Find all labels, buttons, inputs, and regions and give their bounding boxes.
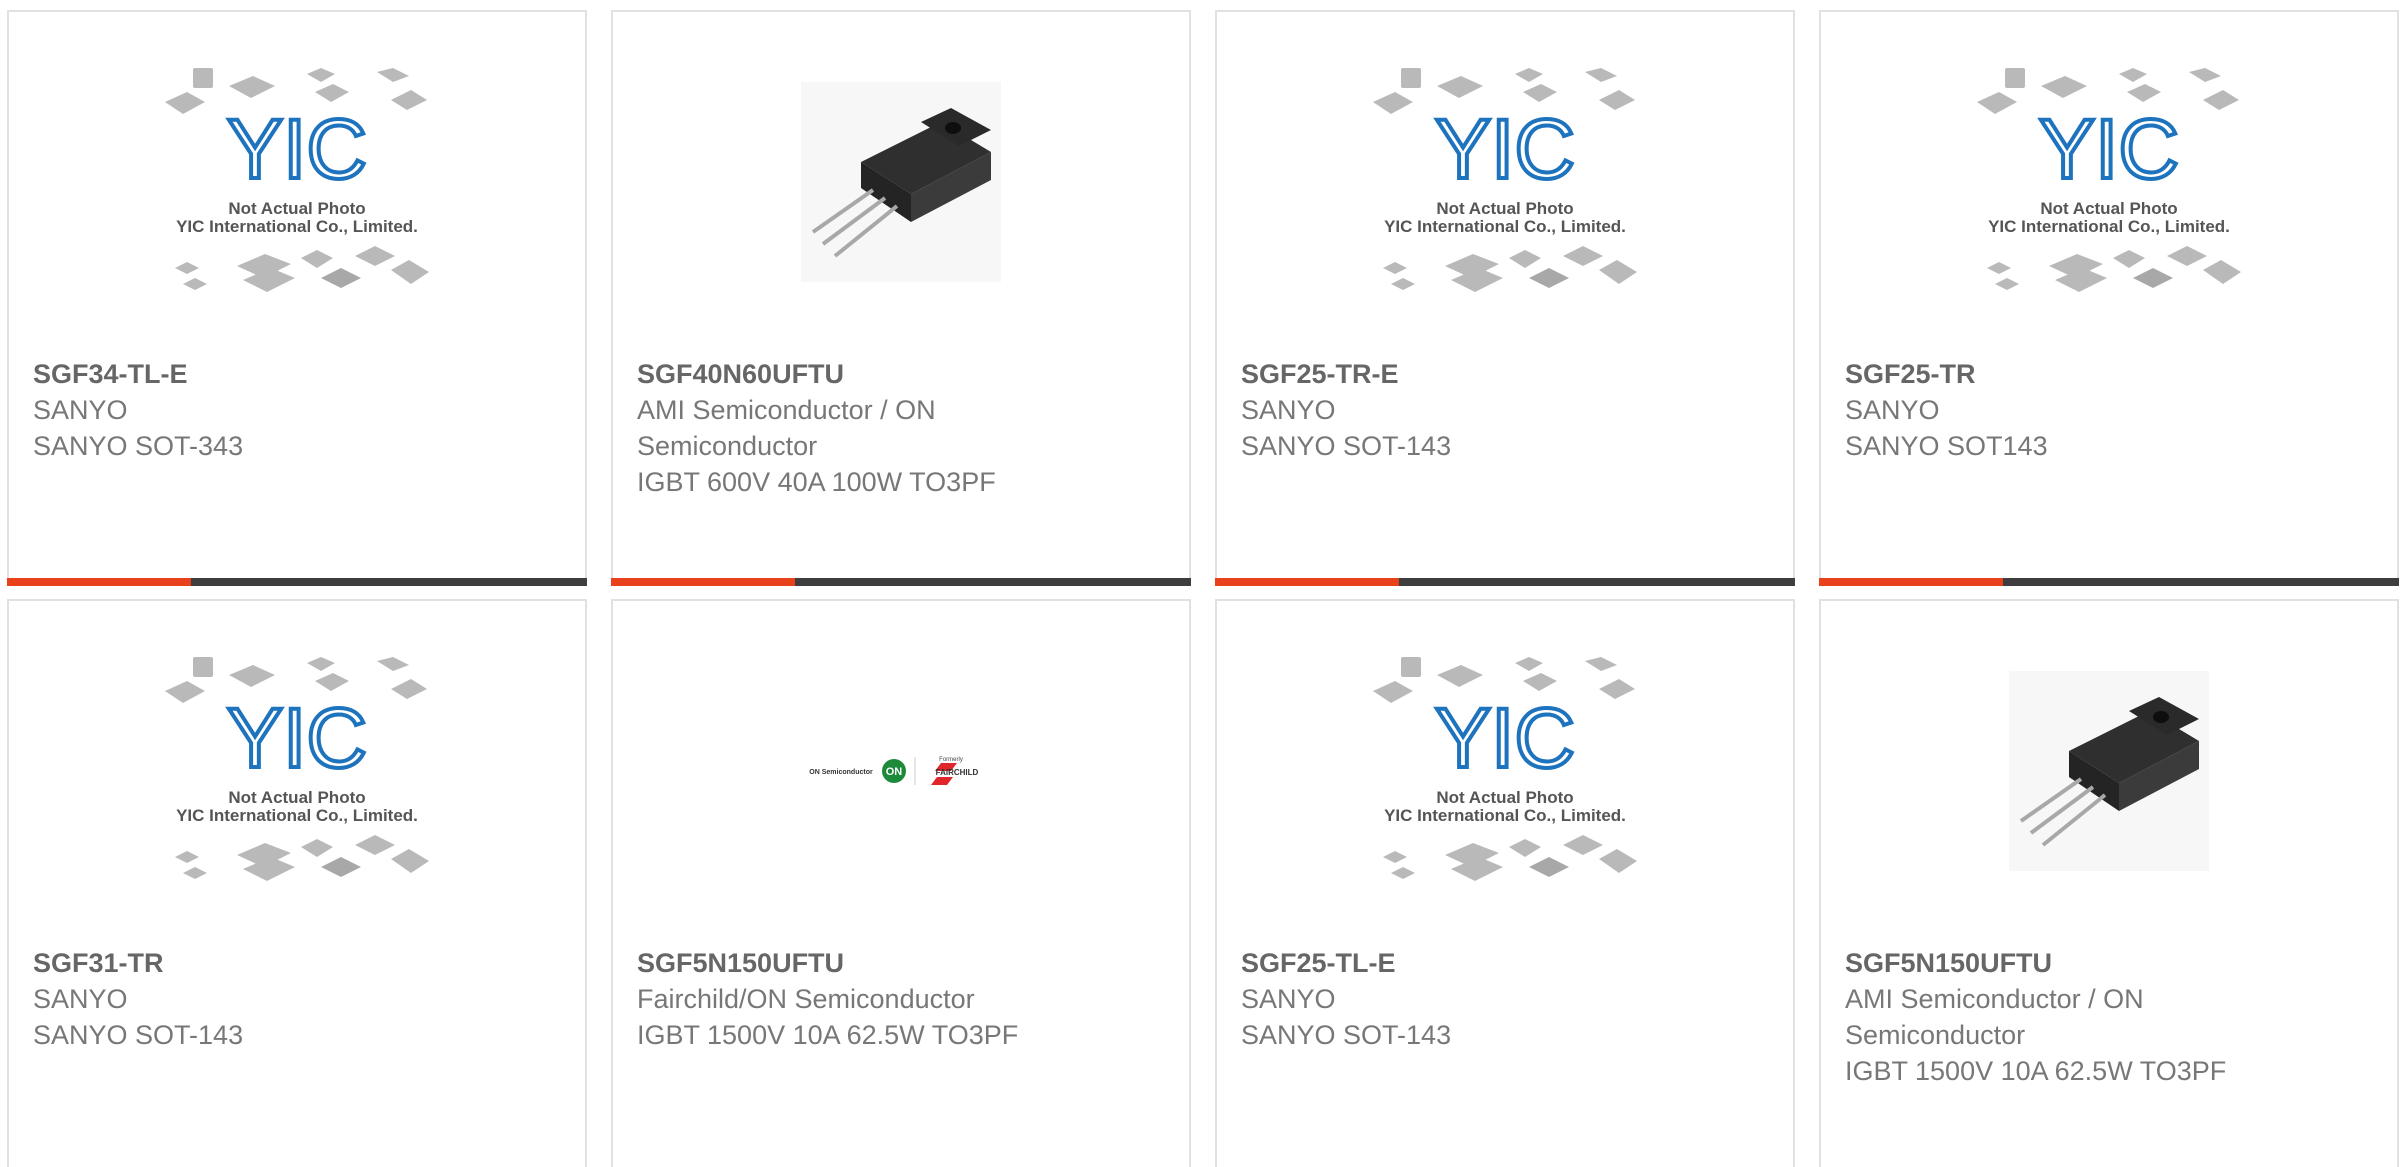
manufacturer-continued: Semiconductor [637, 431, 818, 461]
image-caption: Not Actual Photo [228, 788, 365, 807]
part-number[interactable]: SGF34-TL-E [33, 356, 561, 392]
not-actual-photo-image: YIC Not Actual Photo YIC International C… [1373, 657, 1637, 881]
description: IGBT 600V 40A 100W TO3PF [637, 467, 996, 497]
product-info: SGF25-TR-E SANYO SANYO SOT-143 [1241, 356, 1769, 464]
card-accent [1215, 578, 1399, 586]
part-number[interactable]: SGF25-TL-E [1241, 945, 1769, 981]
product-card[interactable]: YIC Not Actual Photo YIC International C… [7, 599, 587, 1167]
product-info: SGF40N60UFTU AMI Semiconductor / ON Semi… [637, 356, 1165, 500]
fairchild-wordmark: FAIRCHILD [936, 768, 979, 777]
product-card[interactable]: YIC Not Actual Photo YIC International C… [7, 10, 587, 586]
image-caption: Not Actual Photo [1436, 788, 1573, 807]
image-caption: YIC International Co., Limited. [1988, 217, 2230, 236]
yic-logo: YIC [1435, 102, 1575, 196]
image-caption: Not Actual Photo [2040, 199, 2177, 218]
description: SANYO SOT-143 [1241, 431, 1452, 461]
part-number[interactable]: SGF5N150UFTU [637, 945, 1165, 981]
yic-logo: YIC [2039, 102, 2179, 196]
description: SANYO SOT-143 [33, 1020, 244, 1050]
manufacturer: SANYO [1845, 395, 1940, 425]
product-card[interactable]: SGF5N150UFTU AMI Semiconductor / ON Semi… [1819, 599, 2399, 1167]
product-image[interactable]: YIC Not Actual Photo YIC International C… [1217, 12, 1793, 352]
svg-text:ON: ON [886, 766, 903, 778]
description: SANYO SOT143 [1845, 431, 2048, 461]
not-actual-photo-image: YIC Not Actual Photo YIC International C… [165, 68, 429, 292]
on-fairchild-logo-image: ON Semiconductor ON Formerly FAIRCHILD [809, 757, 979, 785]
yic-logo: YIC [227, 691, 367, 785]
product-card[interactable]: YIC Not Actual Photo YIC International C… [1215, 10, 1795, 586]
not-actual-photo-image: YIC Not Actual Photo YIC International C… [165, 657, 429, 881]
product-info: SGF25-TR SANYO SANYO SOT143 [1845, 356, 2373, 464]
product-info: SGF31-TR SANYO SANYO SOT-143 [33, 945, 561, 1053]
card-accent [7, 578, 191, 586]
card-accent [1819, 578, 2003, 586]
image-caption: YIC International Co., Limited. [1384, 217, 1626, 236]
product-image[interactable]: ON Semiconductor ON Formerly FAIRCHILD [613, 601, 1189, 941]
product-info: SGF34-TL-E SANYO SANYO SOT-343 [33, 356, 561, 464]
image-caption: YIC International Co., Limited. [176, 806, 418, 825]
manufacturer: AMI Semiconductor / ON [637, 395, 936, 425]
card-bottom-bar [7, 578, 587, 586]
description: SANYO SOT-343 [33, 431, 244, 461]
svg-text:Formerly: Formerly [939, 757, 963, 763]
product-grid: YIC Not Actual Photo YIC International C… [0, 0, 2400, 1167]
yic-logo: YIC [1435, 691, 1575, 785]
image-caption: Not Actual Photo [1436, 199, 1573, 218]
description: IGBT 1500V 10A 62.5W TO3PF [1845, 1056, 2227, 1086]
to3pf-package-image [2009, 671, 2209, 871]
product-image[interactable]: YIC Not Actual Photo YIC International C… [1821, 12, 2397, 352]
manufacturer: SANYO [1241, 984, 1336, 1014]
manufacturer-continued: Semiconductor [1845, 1020, 2026, 1050]
part-number[interactable]: SGF40N60UFTU [637, 356, 1165, 392]
product-card[interactable]: SGF40N60UFTU AMI Semiconductor / ON Semi… [611, 10, 1191, 586]
product-info: SGF5N150UFTU Fairchild/ON Semiconductor … [637, 945, 1165, 1053]
product-card[interactable]: ON Semiconductor ON Formerly FAIRCHILD S… [611, 599, 1191, 1167]
manufacturer: Fairchild/ON Semiconductor [637, 984, 975, 1014]
part-number[interactable]: SGF5N150UFTU [1845, 945, 2373, 981]
product-info: SGF5N150UFTU AMI Semiconductor / ON Semi… [1845, 945, 2373, 1089]
to3pf-package-image [801, 82, 1001, 282]
card-bottom-bar [1215, 578, 1795, 586]
not-actual-photo-image: YIC Not Actual Photo YIC International C… [1977, 68, 2241, 292]
on-semiconductor-wordmark: ON Semiconductor [809, 769, 873, 776]
part-number[interactable]: SGF25-TR-E [1241, 356, 1769, 392]
product-card[interactable]: YIC Not Actual Photo YIC International C… [1215, 599, 1795, 1167]
card-bottom-bar [1819, 578, 2399, 586]
product-image[interactable] [613, 12, 1189, 352]
product-image[interactable]: YIC Not Actual Photo YIC International C… [9, 12, 585, 352]
product-image[interactable]: YIC Not Actual Photo YIC International C… [9, 601, 585, 941]
not-actual-photo-image: YIC Not Actual Photo YIC International C… [1373, 68, 1637, 292]
product-card[interactable]: YIC Not Actual Photo YIC International C… [1819, 10, 2399, 586]
image-caption: YIC International Co., Limited. [176, 217, 418, 236]
product-info: SGF25-TL-E SANYO SANYO SOT-143 [1241, 945, 1769, 1053]
manufacturer: SANYO [33, 984, 128, 1014]
manufacturer: SANYO [33, 395, 128, 425]
card-bottom-bar [611, 578, 1191, 586]
description: SANYO SOT-143 [1241, 1020, 1452, 1050]
part-number[interactable]: SGF31-TR [33, 945, 561, 981]
image-caption: YIC International Co., Limited. [1384, 806, 1626, 825]
manufacturer: AMI Semiconductor / ON [1845, 984, 2144, 1014]
product-image[interactable] [1821, 601, 2397, 941]
product-image[interactable]: YIC Not Actual Photo YIC International C… [1217, 601, 1793, 941]
image-caption: Not Actual Photo [228, 199, 365, 218]
manufacturer: SANYO [1241, 395, 1336, 425]
description: IGBT 1500V 10A 62.5W TO3PF [637, 1020, 1019, 1050]
yic-logo: YIC [227, 102, 367, 196]
card-accent [611, 578, 795, 586]
part-number[interactable]: SGF25-TR [1845, 356, 2373, 392]
